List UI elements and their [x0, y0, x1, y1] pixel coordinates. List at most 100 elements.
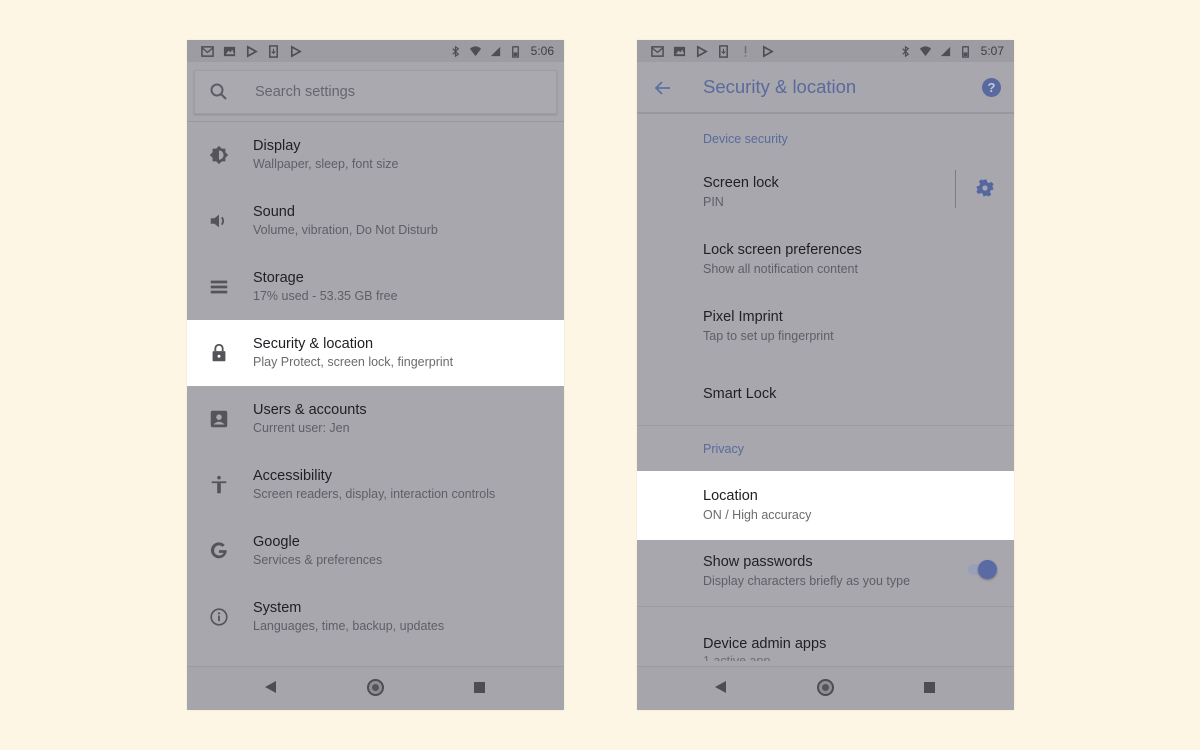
back-icon[interactable] [715, 681, 726, 693]
item-title: Show passwords [703, 554, 813, 570]
search-bar-container [187, 62, 564, 122]
item-title: Google [253, 534, 300, 550]
vertical-divider [955, 170, 956, 208]
play-store-icon [289, 44, 302, 58]
item-subtitle: Play Protect, screen lock, fingerprint [253, 355, 454, 369]
settings-screen: 5:06 Display Wallpaper, sleep, font size … [187, 40, 564, 710]
item-subtitle: Services & preferences [253, 553, 383, 567]
wifi-icon [919, 45, 932, 58]
home-icon[interactable] [367, 679, 384, 696]
back-arrow-icon[interactable] [653, 78, 673, 98]
play-store-icon [761, 44, 774, 58]
item-subtitle: Screen readers, display, interaction con… [253, 487, 496, 501]
navigation-bar [187, 666, 564, 710]
play-store-icon [245, 44, 258, 58]
show-passwords-toggle[interactable] [968, 560, 997, 579]
item-title: Location [703, 488, 758, 504]
section-title: Device security [703, 132, 788, 146]
settings-item-storage[interactable]: Storage 17% used - 53.35 GB free [187, 254, 564, 320]
recents-icon[interactable] [474, 682, 485, 693]
item-subtitle: 17% used - 53.35 GB free [253, 289, 398, 303]
setting-show-passwords[interactable]: Show passwords Display characters briefly… [637, 540, 1014, 606]
item-subtitle: Languages, time, backup, updates [253, 619, 445, 633]
settings-item-accessibility[interactable]: Accessibility Screen readers, display, in… [187, 452, 564, 518]
page-title: Security & location [703, 76, 857, 97]
item-subtitle: ON / High accuracy [703, 508, 812, 522]
settings-item-users-accounts[interactable]: Users & accounts Current user: Jen [187, 386, 564, 452]
lock-icon [208, 342, 230, 364]
settings-list: Display Wallpaper, sleep, font size Sound… [187, 122, 564, 650]
item-title: Device admin apps [703, 636, 827, 652]
navigation-bar [637, 666, 1014, 710]
setting-screen-lock[interactable]: Screen lock PIN [637, 160, 1014, 227]
help-icon[interactable]: ? [982, 78, 1001, 97]
recents-icon[interactable] [924, 682, 935, 693]
item-title: Users & accounts [253, 402, 367, 418]
item-title: Pixel Imprint [703, 309, 783, 325]
play-store-icon [695, 44, 708, 58]
setting-smart-lock[interactable]: Smart Lock [637, 361, 1014, 425]
item-subtitle: Volume, vibration, Do Not Disturb [253, 223, 438, 237]
brightness-icon [208, 144, 230, 166]
setting-lock-screen-preferences[interactable]: Lock screen preferences Show all notifica… [637, 227, 1014, 294]
item-title: Accessibility [253, 468, 332, 484]
back-icon[interactable] [265, 681, 276, 693]
alert-icon [739, 45, 752, 58]
section-header-privacy: Privacy [637, 426, 1014, 471]
settings-item-sound[interactable]: Sound Volume, vibration, Do Not Disturb [187, 188, 564, 254]
item-subtitle: Current user: Jen [253, 421, 350, 435]
status-bar: 5:06 [187, 40, 564, 62]
wifi-icon [469, 45, 482, 58]
item-title: Storage [253, 270, 304, 286]
security-settings-list: Device security Screen lock PIN Lock scre… [637, 116, 1014, 677]
item-title: Smart Lock [703, 386, 777, 402]
app-bar: Security & location ? [637, 62, 1014, 114]
settings-item-display[interactable]: Display Wallpaper, sleep, font size [187, 122, 564, 188]
security-location-screen: 5:07 Security & location ? Device securi… [637, 40, 1014, 710]
settings-item-google[interactable]: Google Services & preferences [187, 518, 564, 584]
info-icon [208, 606, 230, 628]
setting-pixel-imprint[interactable]: Pixel Imprint Tap to set up fingerprint [637, 294, 1014, 361]
item-subtitle: Display characters briefly as you type [703, 574, 911, 588]
gmail-icon [651, 45, 664, 58]
item-title: System [253, 600, 302, 616]
item-title: Sound [253, 204, 295, 220]
battery-icon [509, 45, 522, 58]
search-icon[interactable] [209, 82, 229, 102]
photos-icon [223, 45, 236, 58]
google-icon [208, 540, 230, 562]
signal-icon [489, 45, 502, 58]
section-title: Privacy [703, 442, 744, 456]
home-icon[interactable] [817, 679, 834, 696]
download-icon [717, 44, 730, 58]
battery-icon [959, 45, 972, 58]
status-time: 5:07 [980, 44, 1004, 58]
item-title: Lock screen preferences [703, 242, 862, 258]
settings-item-system[interactable]: System Languages, time, backup, updates [187, 584, 564, 650]
download-icon [267, 44, 280, 58]
toggle-thumb [978, 560, 997, 579]
bluetooth-icon [449, 45, 462, 58]
accessibility-icon [208, 474, 230, 496]
item-title: Screen lock [703, 175, 779, 191]
section-header-device-security: Device security [637, 116, 1014, 160]
item-subtitle: Tap to set up fingerprint [703, 329, 834, 343]
item-title: Security & location [253, 336, 374, 352]
status-time: 5:06 [530, 44, 554, 58]
gmail-icon [201, 45, 214, 58]
setting-location[interactable]: Location ON / High accuracy [637, 471, 1014, 540]
item-subtitle: PIN [703, 195, 724, 209]
item-subtitle: 1 active app [703, 654, 771, 661]
item-subtitle: Wallpaper, sleep, font size [253, 157, 399, 171]
status-bar: 5:07 [637, 40, 1014, 62]
volume-icon [208, 210, 230, 232]
item-title: Display [253, 138, 301, 154]
account-icon [208, 408, 230, 430]
search-bar[interactable] [194, 70, 557, 114]
bluetooth-icon [899, 45, 912, 58]
signal-icon [939, 45, 952, 58]
settings-item-security-location[interactable]: Security & location Play Protect, screen … [187, 320, 564, 386]
photos-icon [673, 45, 686, 58]
search-input[interactable] [255, 84, 505, 100]
gear-icon[interactable] [975, 178, 995, 198]
